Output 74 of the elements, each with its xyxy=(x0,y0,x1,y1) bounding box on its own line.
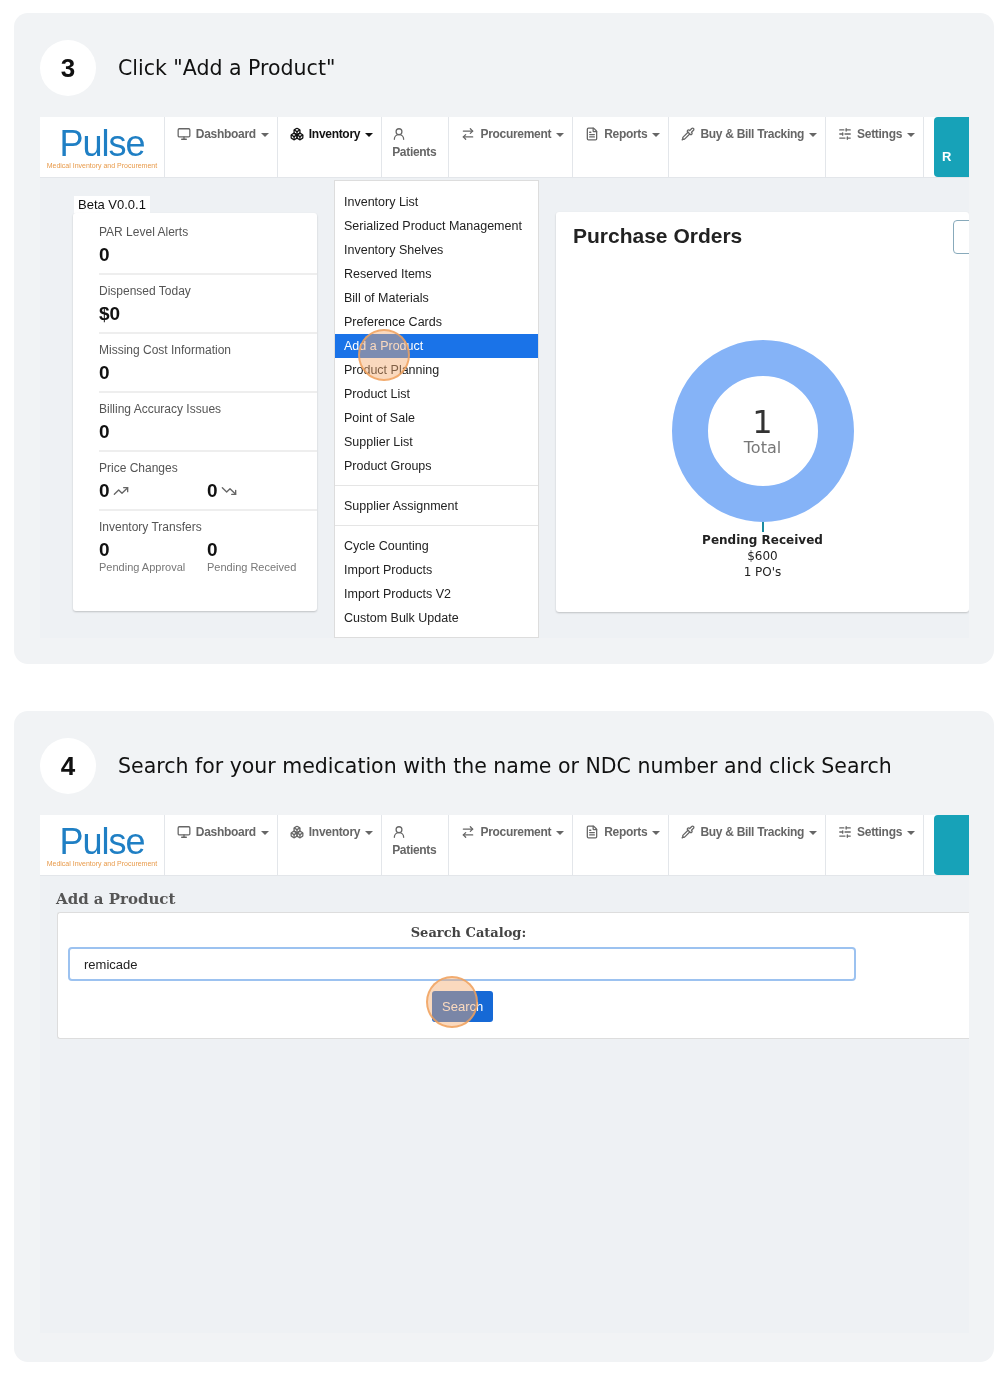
stat-value: 0 xyxy=(99,244,110,265)
card-title: Purchase Orders xyxy=(573,224,743,248)
caret-icon xyxy=(809,831,818,835)
menu-item[interactable]: Import Products V2 xyxy=(335,582,538,606)
stat-caption: Pending Approval xyxy=(99,561,187,573)
field-label: Search Catalog: xyxy=(410,925,527,940)
person-icon xyxy=(392,825,407,839)
total-label: Total xyxy=(743,437,782,457)
menu-item[interactable]: Import Products xyxy=(335,558,538,582)
menu-item[interactable]: Inventory List xyxy=(335,190,538,214)
total-value: 1 xyxy=(752,405,773,438)
logo-text: Pulse xyxy=(59,125,145,162)
stat-caption: Pending Received xyxy=(207,561,298,573)
stat-value: 0 xyxy=(99,362,110,383)
pipette-icon xyxy=(681,825,696,839)
menu-item[interactable]: Point of Sale xyxy=(335,406,538,430)
monitor-icon xyxy=(176,825,191,839)
menu-item[interactable]: Inventory Shelves xyxy=(335,238,538,262)
settings-icon xyxy=(838,127,853,141)
arrows-icon xyxy=(461,127,476,141)
stat-value: 0 xyxy=(99,480,110,502)
caret-icon xyxy=(907,831,916,835)
cubes-icon xyxy=(289,127,304,141)
menu-item[interactable]: Serialized Product Management xyxy=(335,214,538,238)
logo-text: Pulse xyxy=(59,823,145,860)
slice-name: Pending Received xyxy=(702,532,823,548)
stat-label: Dispensed Today xyxy=(99,284,192,298)
caret-icon xyxy=(556,133,565,137)
stat-label: Price Changes xyxy=(99,461,179,475)
menu-item[interactable]: Product List xyxy=(335,382,538,406)
arrows-icon xyxy=(461,825,476,839)
person-icon xyxy=(392,127,407,141)
step-instruction: Search for your medication with the name or NDC number and click Search xyxy=(118,754,892,778)
step-number: 3 xyxy=(40,40,96,96)
leader-line xyxy=(760,522,765,532)
stat-label: Billing Accuracy Issues xyxy=(99,402,223,416)
pipette-icon xyxy=(681,127,696,141)
search-field[interactable]: remicade xyxy=(68,947,856,981)
caret-icon xyxy=(907,133,916,137)
stat-label: Missing Cost Information xyxy=(99,343,233,357)
step-instruction: Click "Add a Product" xyxy=(118,56,336,80)
stat-value: $0 xyxy=(99,303,121,324)
stat-value: 0 xyxy=(99,421,110,442)
menu-item[interactable]: Reserved Items xyxy=(335,262,538,286)
stat-value: 0 xyxy=(207,480,218,502)
caret-icon xyxy=(809,133,818,137)
caret-icon xyxy=(652,831,661,835)
stat-label: PAR Level Alerts xyxy=(99,225,190,239)
stat-label: Inventory Transfers xyxy=(99,520,203,534)
monitor-icon xyxy=(176,127,191,141)
document-icon xyxy=(585,127,600,141)
settings-icon xyxy=(838,825,853,839)
menu-item[interactable]: Cycle Counting xyxy=(335,534,538,558)
caret-icon xyxy=(365,133,374,137)
menu-item[interactable]: Custom Bulk Update xyxy=(335,606,538,630)
page-heading: Add a Product xyxy=(55,889,177,910)
slice-amount: $600 xyxy=(747,548,778,564)
version-label: Beta V0.0.1 xyxy=(74,196,150,213)
caret-icon xyxy=(365,831,374,835)
menu-item[interactable]: Product Groups xyxy=(335,454,538,478)
menu-item[interactable]: Supplier Assignment xyxy=(335,494,538,518)
cubes-icon xyxy=(289,825,304,839)
menu-item[interactable]: Supplier List xyxy=(335,430,538,454)
document-icon xyxy=(585,825,600,839)
slice-count: 1 PO's xyxy=(743,564,782,580)
menu-item[interactable]: Bill of Materials xyxy=(335,286,538,310)
caret-icon xyxy=(260,133,269,137)
stat-value: 0 xyxy=(207,539,219,561)
caret-icon xyxy=(652,133,661,137)
caret-icon xyxy=(260,831,269,835)
stat-value: 0 xyxy=(99,539,111,561)
step-number: 4 xyxy=(40,738,96,794)
menu-item[interactable]: Preference Cards xyxy=(335,310,538,334)
caret-icon xyxy=(556,831,565,835)
